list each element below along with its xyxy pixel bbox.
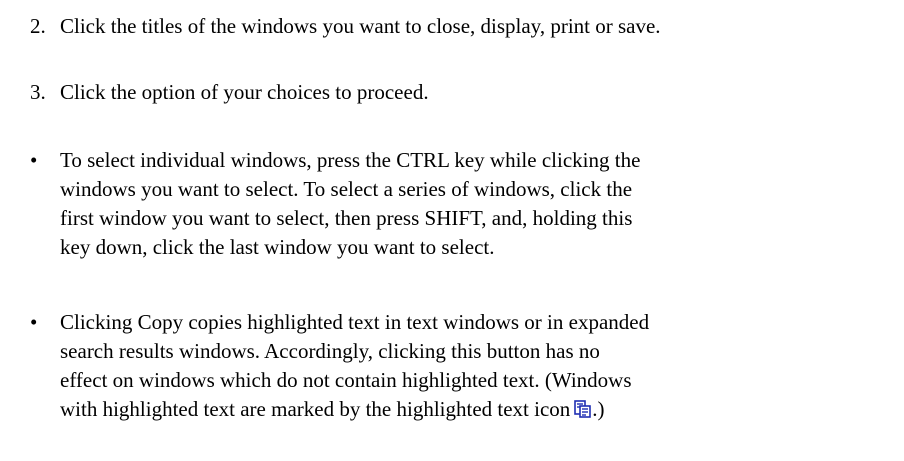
bullet-line: search results windows. Accordingly, cli… xyxy=(60,339,600,363)
bullet-line: Clicking Copy copies highlighted text in… xyxy=(60,310,650,334)
bullet-line: effect on windows which do not contain h… xyxy=(60,368,632,392)
bullet-point: • xyxy=(30,310,38,334)
bullet-line: first window you want to select, then pr… xyxy=(60,206,633,230)
step-2: 2. Click the titles of the windows you wa… xyxy=(30,12,661,41)
help-document: 2. Click the titles of the windows you wa… xyxy=(0,0,904,461)
bullet-closing: .) xyxy=(592,397,605,421)
highlighted-text-icon xyxy=(574,397,592,426)
bullet-line-text: with highlighted text are marked by the … xyxy=(60,397,571,421)
bullet-line: To select individual windows, press the … xyxy=(60,148,641,172)
step-3-text: Click the option of your choices to proc… xyxy=(60,80,429,104)
step-3-number: 3. xyxy=(30,80,46,104)
step-2-text: Click the titles of the windows you want… xyxy=(60,14,661,38)
bullet-line: windows you want to select. To select a … xyxy=(60,177,633,201)
step-3: 3. Click the option of your choices to pr… xyxy=(30,78,429,107)
bullet-text: To select individual windows, press the … xyxy=(60,146,880,262)
bullet-line: key down, click the last window you want… xyxy=(60,235,495,259)
bullet-point: • xyxy=(30,148,38,172)
bullet-text: Clicking Copy copies highlighted text in… xyxy=(60,308,880,426)
step-2-number: 2. xyxy=(30,14,46,38)
bullet-line-with-icon: with highlighted text are marked by the … xyxy=(60,395,880,426)
